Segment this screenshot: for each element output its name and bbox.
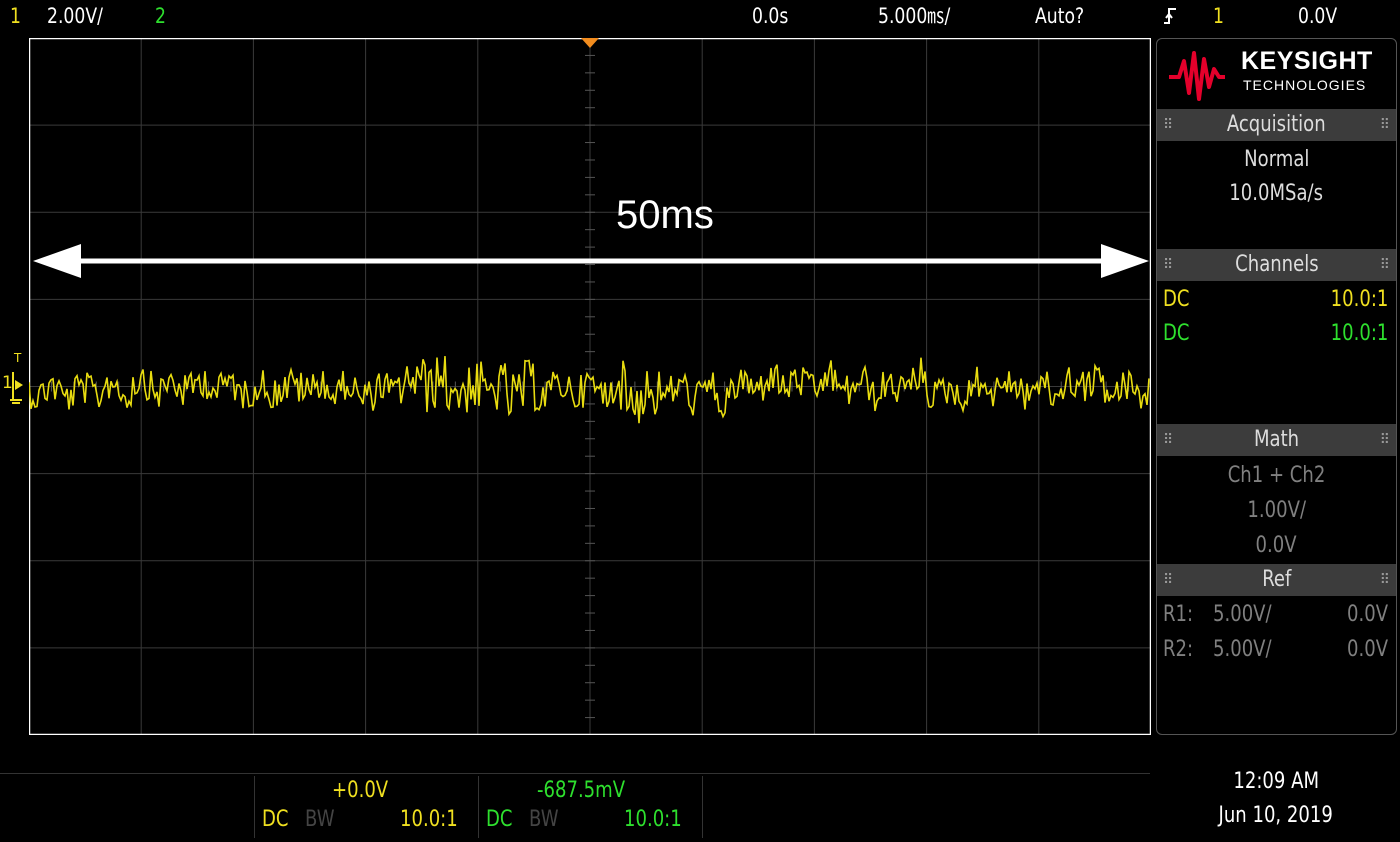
- channels-header[interactable]: ⠿ Channels ⠿: [1157, 249, 1396, 281]
- time-delay[interactable]: 0.0s: [752, 3, 796, 29]
- ref2-label: R2:: [1163, 637, 1194, 662]
- ch1-bw-limit: BW: [305, 807, 335, 832]
- trigger-level[interactable]: 0.0V: [1298, 3, 1346, 29]
- trigger-position-marker[interactable]: [581, 38, 599, 48]
- annotation-label: 50ms: [616, 193, 714, 237]
- ref-header[interactable]: ⠿ Ref ⠿: [1157, 564, 1396, 596]
- ground-icon[interactable]: [10, 372, 28, 406]
- trigger-level-marker: T: [14, 351, 22, 365]
- ch1-coupling: DC: [1163, 287, 1190, 312]
- math-function: Ch1 + Ch2: [1227, 463, 1326, 488]
- ch1-scale[interactable]: 2.00V/: [47, 3, 115, 29]
- math-offset: 0.0V: [1255, 533, 1298, 558]
- side-panel: KEYSIGHT TECHNOLOGIES ⠿ Acquisition ⠿ No…: [1156, 38, 1397, 735]
- grip-icon: ⠿: [1163, 257, 1174, 273]
- brand-sub: TECHNOLOGIES: [1243, 77, 1367, 93]
- ref1-offset: 0.0V: [1346, 602, 1388, 627]
- ch2-coupling: DC: [1163, 321, 1190, 346]
- grip-icon: ⠿: [1163, 572, 1174, 588]
- bottom-divider: [254, 776, 255, 838]
- ref1-scale: 5.00V/: [1213, 602, 1272, 627]
- grip-icon: ⠿: [1379, 572, 1390, 588]
- trigger-source[interactable]: 1: [1213, 3, 1226, 29]
- trigger-mode[interactable]: Auto?: [1035, 3, 1095, 29]
- grip-icon: ⠿: [1379, 117, 1390, 133]
- ref2-scale: 5.00V/: [1213, 637, 1272, 662]
- ch2-coupling: DC: [486, 807, 513, 832]
- time-scale[interactable]: 5.000㎳/: [878, 3, 966, 29]
- ch1-trace: [29, 356, 1150, 424]
- ch2-key[interactable]: 2: [155, 3, 168, 29]
- measurement-arrow: [33, 244, 1149, 278]
- ch1-probe: 10.0:1: [400, 807, 458, 832]
- ch2-probe: 10.0:1: [1330, 321, 1388, 346]
- bottom-divider: [702, 776, 703, 838]
- ch1-probe: 10.0:1: [1330, 287, 1388, 312]
- ch1-coupling: DC: [262, 807, 289, 832]
- ch1-offset: +0.0V: [332, 778, 389, 803]
- waveform-display[interactable]: 50ms: [29, 38, 1151, 735]
- math-header[interactable]: ⠿ Math ⠿: [1157, 424, 1396, 456]
- ch2-bw-limit: BW: [529, 807, 559, 832]
- ch1-key[interactable]: 1: [10, 3, 23, 29]
- grip-icon: ⠿: [1379, 432, 1390, 448]
- keysight-logo-icon: [1167, 47, 1227, 103]
- math-scale: 1.00V/: [1247, 498, 1306, 523]
- ch2-probe: 10.0:1: [624, 807, 682, 832]
- clock-time: 12:09 AM: [1233, 769, 1319, 794]
- acquisition-mode: Normal: [1243, 147, 1310, 172]
- acquisition-header[interactable]: ⠿ Acquisition ⠿: [1157, 109, 1396, 141]
- clock-date: Jun 10, 2019: [1218, 803, 1334, 828]
- grip-icon: ⠿: [1379, 257, 1390, 273]
- bottom-divider: [0, 773, 1150, 774]
- rising-edge-icon: [1163, 7, 1177, 25]
- ch2-offset: -687.5mV: [537, 778, 626, 803]
- ref2-offset: 0.0V: [1346, 637, 1388, 662]
- grip-icon: ⠿: [1163, 117, 1174, 133]
- brand-name: KEYSIGHT: [1241, 47, 1373, 75]
- ref1-label: R1:: [1163, 602, 1194, 627]
- bottom-divider: [478, 776, 479, 838]
- grip-icon: ⠿: [1163, 432, 1174, 448]
- acquisition-rate: 10.0MSa/s: [1229, 181, 1324, 206]
